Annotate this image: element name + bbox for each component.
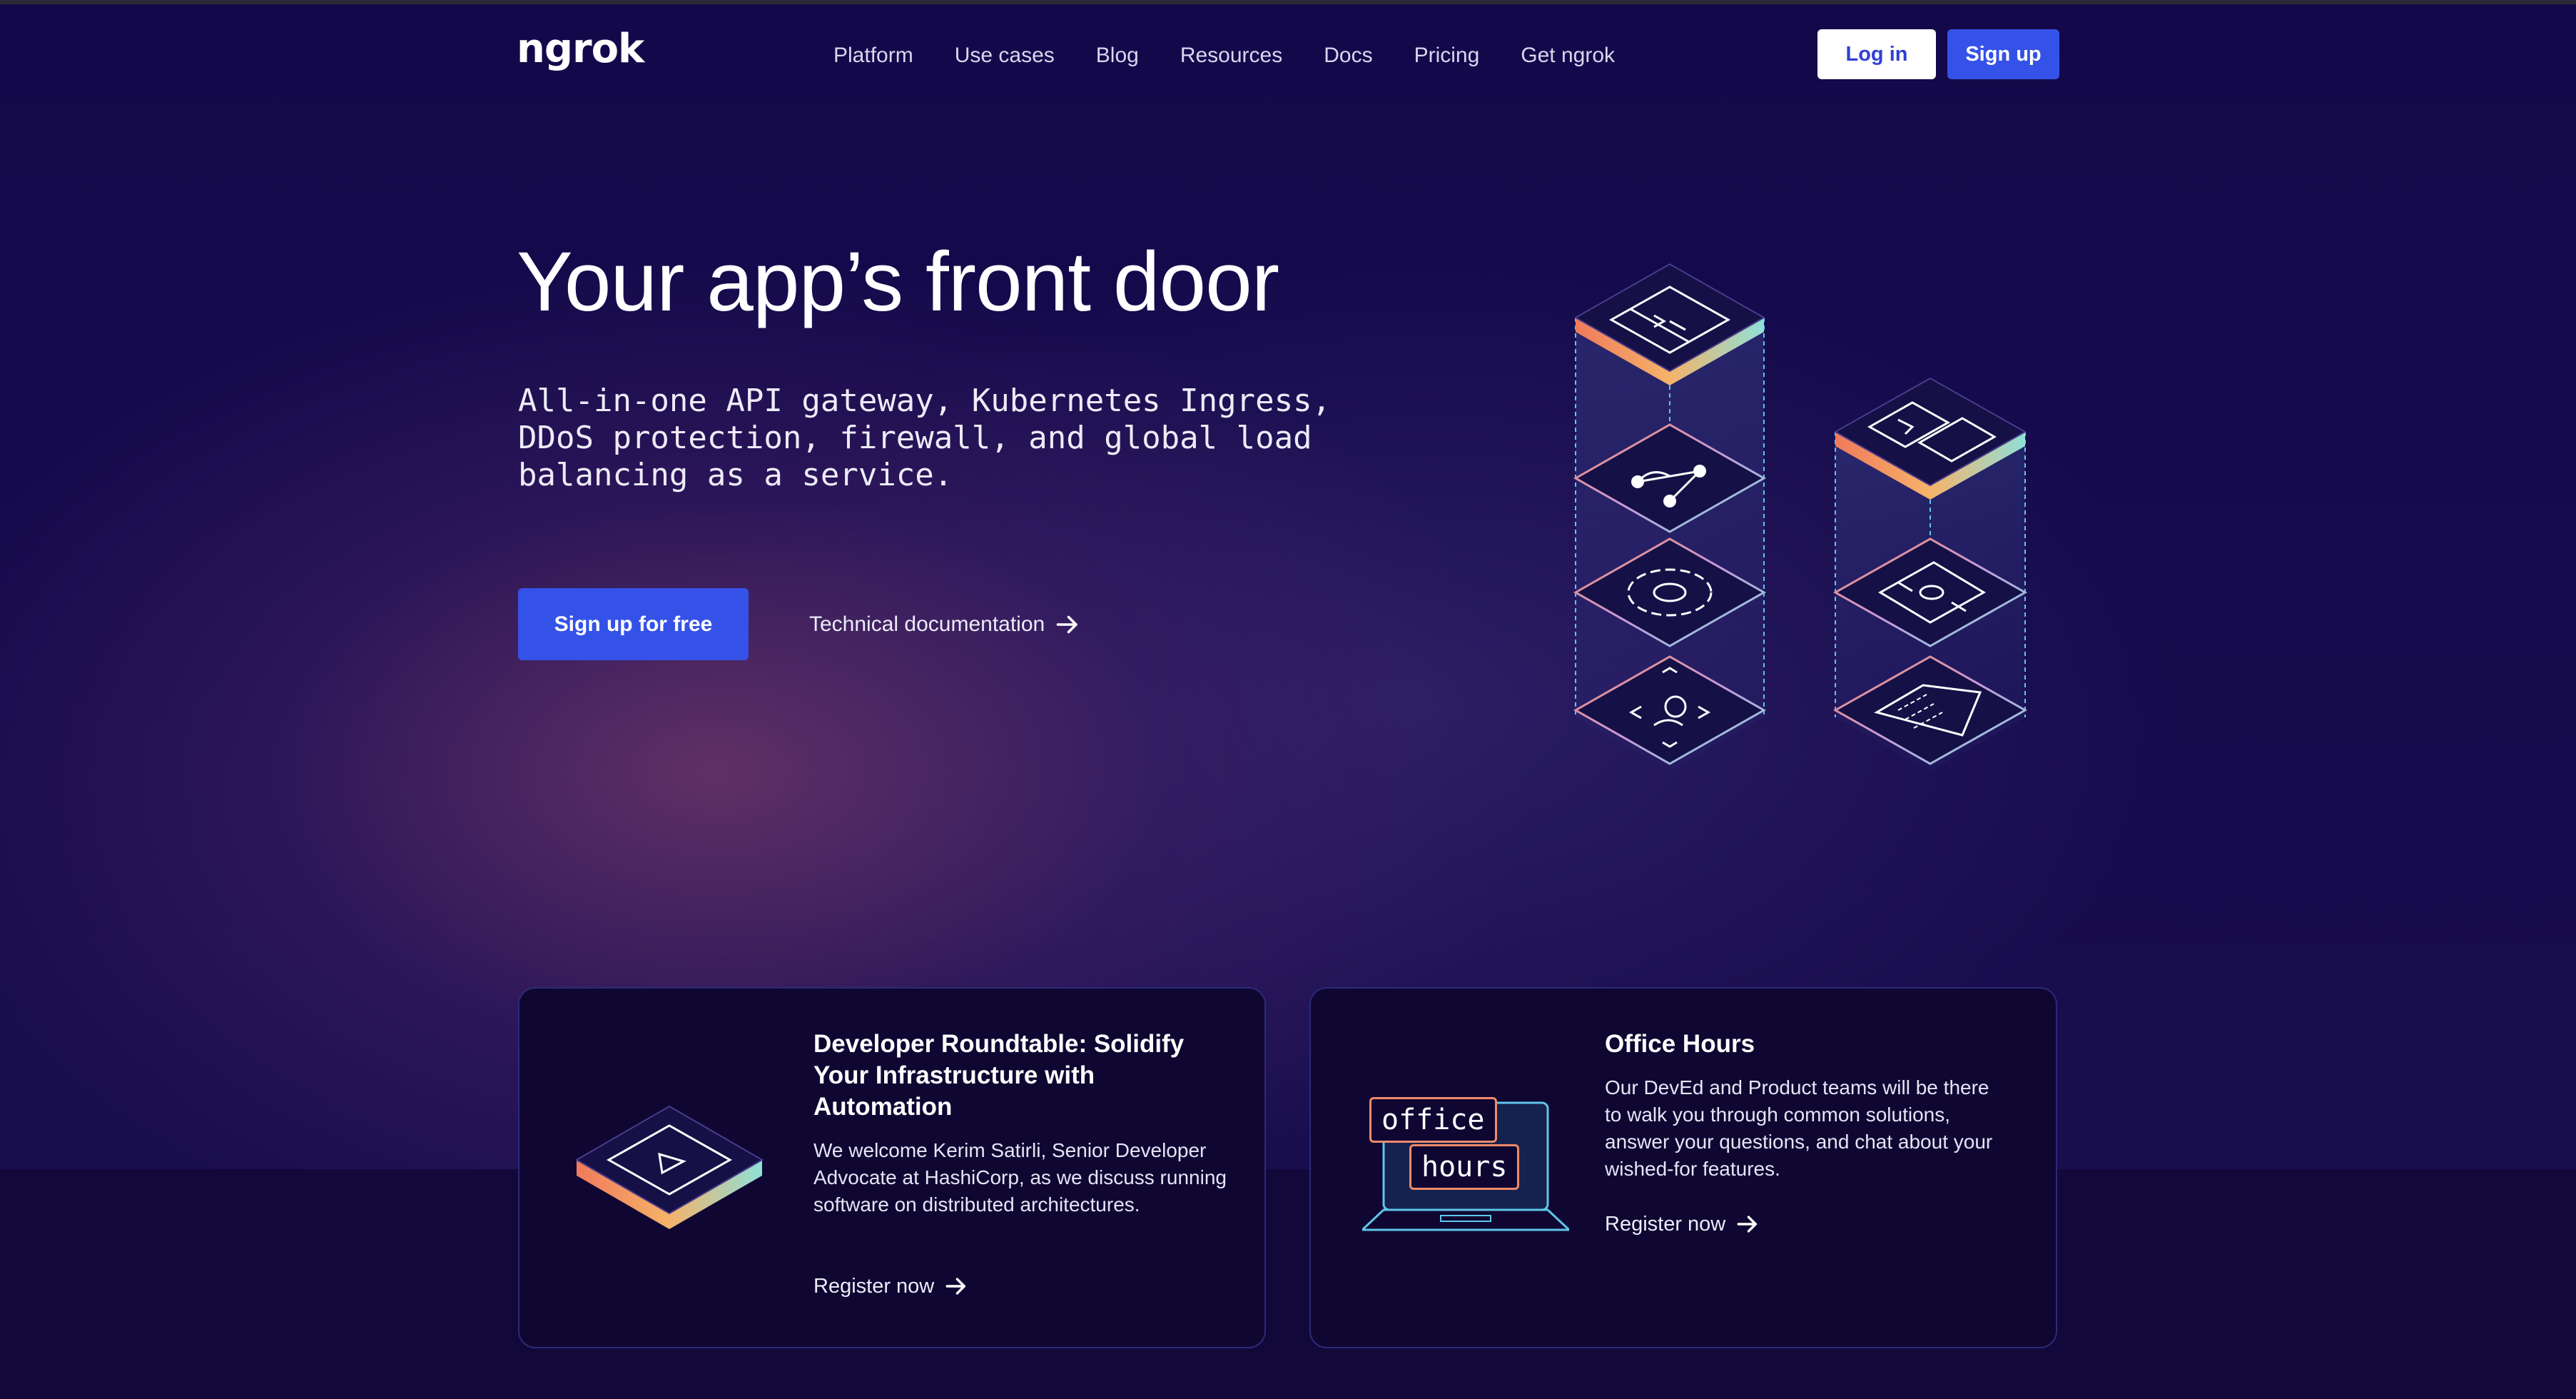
roundtable-register-label: Register now bbox=[813, 1274, 935, 1298]
arrow-right-icon bbox=[1737, 1216, 1758, 1233]
signup-button[interactable]: Sign up bbox=[1947, 29, 2059, 79]
login-button[interactable]: Log in bbox=[1817, 29, 1936, 79]
main-nav: Platform Use cases Blog Resources Docs P… bbox=[833, 34, 1656, 77]
event-card-office-hours: office hours Office Hours Our DevEd and … bbox=[1309, 987, 2057, 1348]
technical-documentation-label: Technical documentation bbox=[809, 612, 1045, 636]
nav-item-pricing[interactable]: Pricing bbox=[1414, 34, 1480, 77]
office-hours-register-label: Register now bbox=[1605, 1212, 1726, 1236]
hero-subtitle: All-in-one API gateway, Kubernetes Ingre… bbox=[518, 383, 1332, 493]
event-card-roundtable: Developer Roundtable: Solidify Your Infr… bbox=[518, 987, 1266, 1348]
office-hours-register-link[interactable]: Register now bbox=[1605, 1212, 1760, 1236]
arrow-right-icon bbox=[1056, 615, 1078, 634]
ngrok-logo[interactable]: ngrok bbox=[517, 24, 644, 74]
laptop-icon: office hours bbox=[1362, 1096, 1569, 1238]
nav-item-get-ngrok[interactable]: Get ngrok bbox=[1521, 34, 1615, 77]
nav-item-resources[interactable]: Resources bbox=[1180, 34, 1282, 77]
hero-illustration bbox=[1573, 263, 2028, 771]
roundtable-register-link[interactable]: Register now bbox=[813, 1274, 968, 1298]
nav-item-platform[interactable]: Platform bbox=[833, 34, 913, 77]
arrow-right-icon bbox=[945, 1278, 966, 1295]
nav-item-blog[interactable]: Blog bbox=[1096, 34, 1139, 77]
hours-label: hours bbox=[1409, 1144, 1520, 1190]
nav-item-use-cases[interactable]: Use cases bbox=[955, 34, 1055, 77]
lower-section-background bbox=[0, 1169, 2576, 1399]
nav-item-docs[interactable]: Docs bbox=[1324, 34, 1372, 77]
office-hours-description: Our DevEd and Product teams will be ther… bbox=[1605, 1076, 1993, 1180]
top-border bbox=[0, 0, 2576, 4]
technical-documentation-link[interactable]: Technical documentation bbox=[809, 607, 1080, 642]
sign-up-free-button[interactable]: Sign up for free bbox=[518, 588, 749, 660]
office-hours-title: Office Hours bbox=[1605, 1030, 1755, 1058]
play-icon bbox=[574, 1105, 764, 1229]
roundtable-description: We welcome Kerim Satirli, Senior Develop… bbox=[813, 1139, 1227, 1216]
office-label: office bbox=[1369, 1097, 1497, 1143]
roundtable-title: Developer Roundtable: Solidify Your Infr… bbox=[813, 1030, 1185, 1121]
hero-title: Your app’s front door bbox=[517, 235, 1279, 329]
